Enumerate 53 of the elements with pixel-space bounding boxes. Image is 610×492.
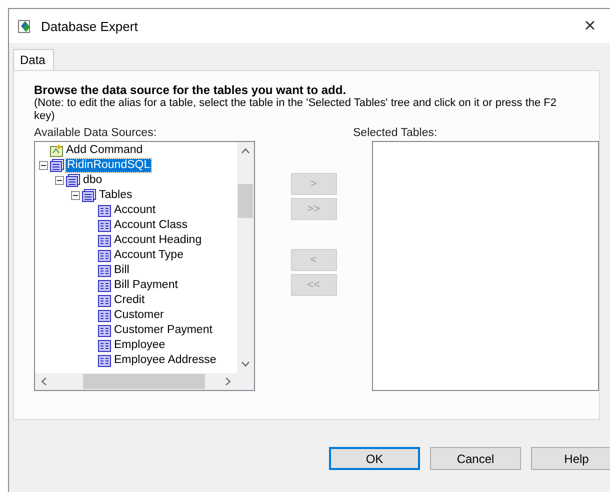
scroll-up-icon[interactable] [240, 148, 250, 154]
dialog-button[interactable]: OK [329, 447, 420, 470]
table-icon [98, 294, 111, 306]
app-icon [17, 18, 33, 34]
table-icon [98, 234, 111, 246]
tree-item[interactable]: Account [113, 204, 157, 217]
table-icon [98, 264, 111, 276]
dialog-button[interactable]: Help [531, 447, 610, 470]
tree-item[interactable]: Customer [113, 309, 165, 322]
note-text: (Note: to edit the alias for a table, select the table in the 'Selected Tables' tree and click on it or press the F2 key) [34, 97, 558, 123]
data-sources-tree[interactable]: Add Command RidinRoundSQL dbo Tables Account Account Class Account Heading Account Type Bill Bill Payment Credit Customer Customer Payment Employee Employee Addresse [34, 141, 255, 391]
scroll-thumb[interactable] [238, 184, 253, 218]
database-icon [66, 174, 80, 187]
dialog-button[interactable]: Cancel [430, 447, 521, 470]
table-icon [98, 340, 111, 352]
tree-item[interactable]: Bill Payment [113, 279, 179, 292]
tree-item[interactable]: Employee [113, 339, 166, 352]
table-icon [98, 324, 111, 336]
tree-item[interactable]: Account Class [113, 219, 189, 232]
tree-item[interactable]: Customer Payment [113, 324, 214, 337]
vertical-scrollbar[interactable] [236, 142, 254, 373]
tree-item[interactable]: Add Command [65, 144, 144, 157]
window-title: Database Expert [41, 18, 139, 34]
table-icon [98, 280, 111, 292]
scroll-thumb[interactable] [83, 374, 205, 389]
table-icon [98, 310, 111, 322]
command-icon [50, 144, 63, 157]
collapse-icon[interactable] [71, 191, 80, 200]
database-icon [50, 159, 64, 172]
tree-item[interactable]: dbo [82, 174, 104, 187]
collapse-icon[interactable] [55, 176, 64, 185]
tree-item[interactable]: Account Heading [113, 234, 203, 247]
table-icon [98, 354, 111, 366]
tree-item[interactable]: Credit [113, 294, 146, 307]
tree-item[interactable]: RidinRoundSQL [66, 159, 152, 172]
database-icon [82, 189, 96, 202]
scroll-left-icon[interactable] [41, 377, 47, 386]
table-icon [98, 250, 111, 262]
table-icon [98, 204, 111, 216]
tree-item[interactable]: Employee Addresse [113, 354, 218, 367]
tab[interactable]: Data [13, 49, 54, 70]
close-button[interactable]: × [570, 9, 610, 43]
heading: Browse the data source for the tables you want to add. [34, 83, 348, 97]
tree-item[interactable]: Account Type [113, 249, 184, 262]
collapse-icon[interactable] [39, 161, 48, 170]
horizontal-scrollbar[interactable] [35, 373, 237, 390]
available-sources-label: Available Data Sources: [34, 127, 158, 139]
tree-item[interactable]: Bill [113, 264, 130, 277]
table-icon [98, 220, 111, 232]
selected-tables-label: Selected Tables: [353, 127, 438, 139]
scroll-right-icon[interactable] [224, 377, 231, 386]
tree-item[interactable]: Tables [98, 189, 134, 202]
scroll-down-icon[interactable] [240, 361, 250, 367]
